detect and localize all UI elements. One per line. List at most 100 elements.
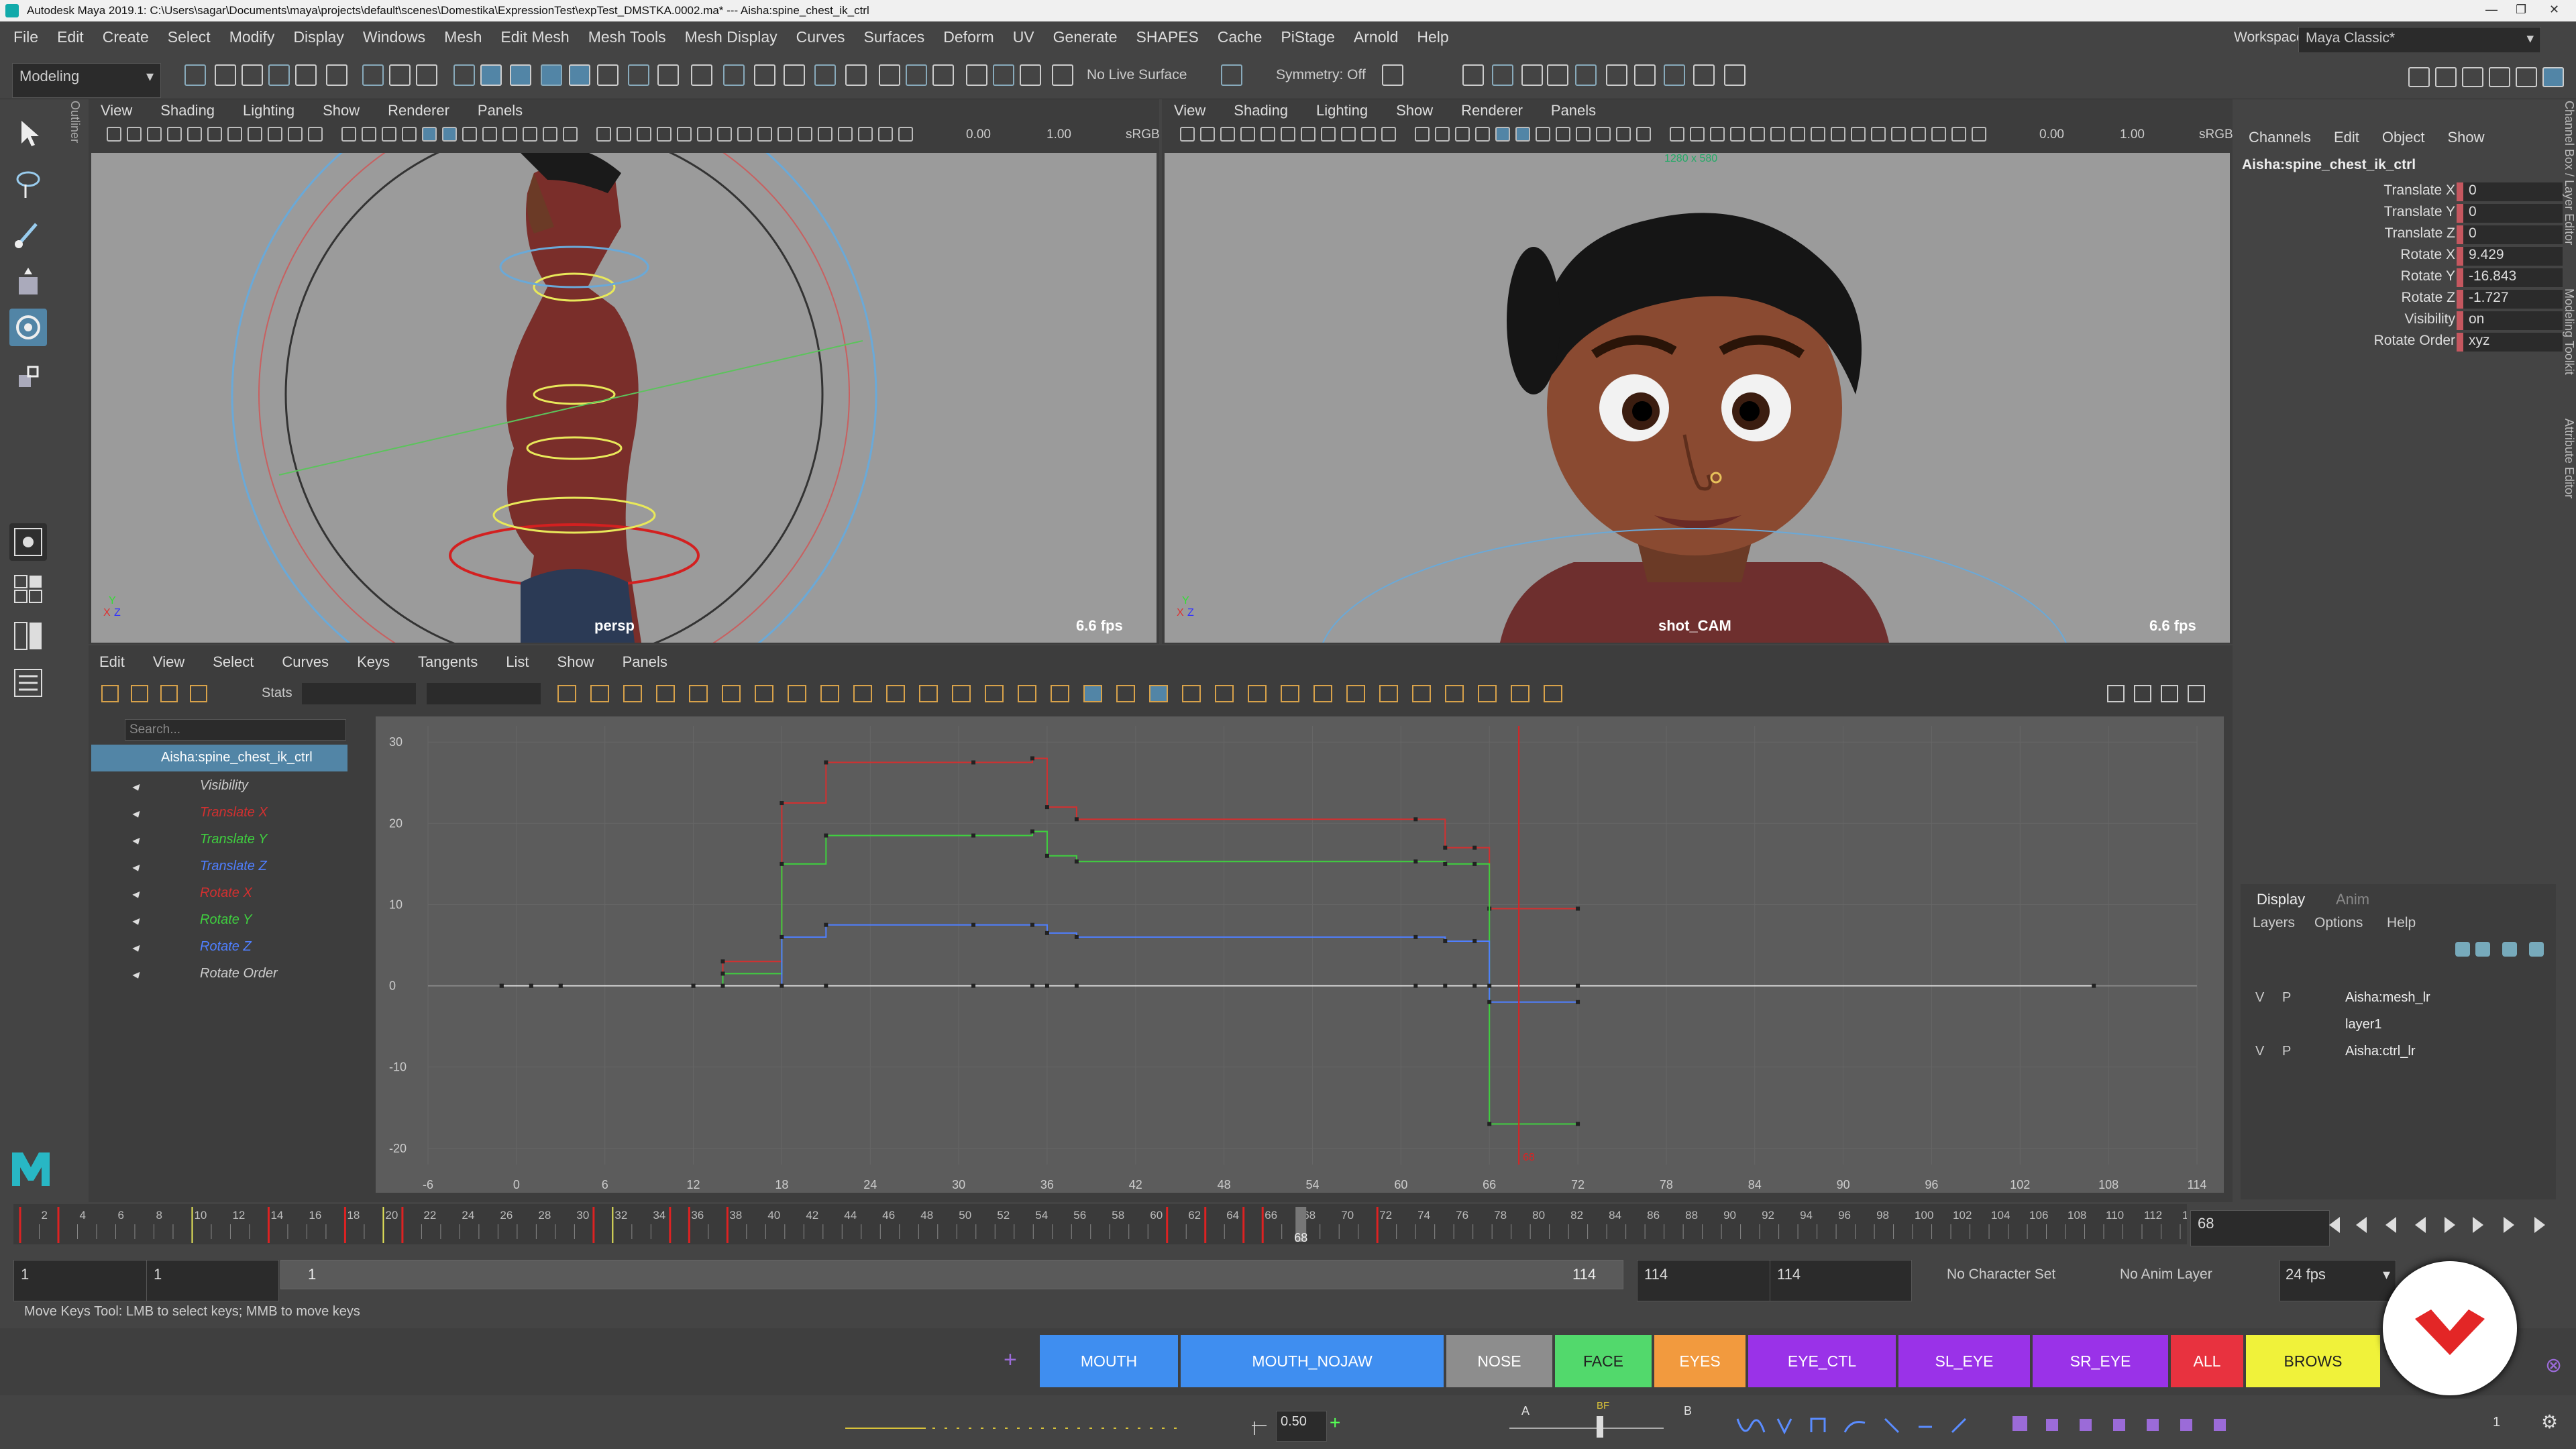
shotcam-viewport-canvas[interactable]: 1280 x 580 XZY shot_CAM 6.6 fps xyxy=(1165,153,2230,643)
shotcam-tool-10-icon[interactable] xyxy=(1361,127,1376,142)
status-tool-5-icon[interactable] xyxy=(295,64,317,86)
keyframe-point[interactable] xyxy=(1443,938,1448,943)
shotcam-tool-9-icon[interactable] xyxy=(1341,127,1356,142)
settings-gear-icon[interactable]: ⚙ xyxy=(2541,1411,2558,1433)
keyframe-point[interactable] xyxy=(1413,934,1418,939)
menu-mesh[interactable]: Mesh xyxy=(435,28,491,46)
persp-tool-6-icon[interactable] xyxy=(207,127,222,142)
graph-tool-18-icon[interactable] xyxy=(1116,685,1135,702)
status-tool-32-icon[interactable] xyxy=(1382,64,1403,86)
keyframe-point[interactable] xyxy=(2092,983,2096,988)
graph-attribute-row[interactable]: ◂ Rotate Order xyxy=(90,961,345,987)
persp-tool-29-icon[interactable] xyxy=(697,127,712,142)
menu-file[interactable]: File xyxy=(4,28,48,46)
menu-edit-mesh[interactable]: Edit Mesh xyxy=(491,28,578,46)
viewport-right-menu-shading[interactable]: Shading xyxy=(1234,102,1288,119)
keyframe-point[interactable] xyxy=(1443,845,1448,850)
weight-field[interactable]: 0.50 xyxy=(1276,1411,1327,1442)
layer-row[interactable]: V P Aisha:ctrl_lr xyxy=(2245,1040,2552,1064)
shelf-tab-brows[interactable]: BROWS xyxy=(2246,1335,2380,1387)
graph-tool-27-icon[interactable] xyxy=(1412,685,1431,702)
persp-tool-20-icon[interactable] xyxy=(502,127,517,142)
shotcam-tool-2-icon[interactable] xyxy=(1200,127,1215,142)
graph-tool-7-icon[interactable] xyxy=(755,685,773,702)
keyframe-point[interactable] xyxy=(780,801,784,806)
status-tool-19-icon[interactable] xyxy=(723,64,745,86)
playback-end-field[interactable]: 114 xyxy=(1637,1260,1783,1301)
shotcam-tool-23-icon[interactable] xyxy=(1636,127,1651,142)
channel-tab-show[interactable]: Show xyxy=(2447,129,2484,146)
graph-tool-3-icon[interactable] xyxy=(623,685,642,702)
graph-tool-2-icon[interactable] xyxy=(590,685,609,702)
shotcam-tool-24-icon[interactable] xyxy=(1670,127,1684,142)
minus-button[interactable]: — xyxy=(1252,1416,1267,1434)
shotcam-tool-8-icon[interactable] xyxy=(1321,127,1336,142)
curve-rotate-y[interactable] xyxy=(501,830,1578,1125)
minimize-button[interactable]: — xyxy=(2485,3,2498,17)
modeling-toolkit-side-tab[interactable]: Modeling Toolkit xyxy=(2563,288,2576,375)
keyframe-point[interactable] xyxy=(1576,1122,1580,1126)
channel-row-translate-x[interactable]: Translate X0 xyxy=(2241,182,2563,203)
menu-mesh-tools[interactable]: Mesh Tools xyxy=(579,28,676,46)
layer-row[interactable]: layer1 xyxy=(2245,1013,2552,1037)
persp-tool-4-icon[interactable] xyxy=(167,127,182,142)
persp-tool-5-icon[interactable] xyxy=(187,127,202,142)
status-tool-7-icon[interactable] xyxy=(362,64,384,86)
layer-action-3-icon[interactable] xyxy=(2502,942,2517,957)
channel-value-field[interactable]: xyz xyxy=(2457,333,2563,352)
status-tool-33-icon[interactable] xyxy=(1462,64,1484,86)
menu-modify[interactable]: Modify xyxy=(220,28,284,46)
persp-tool-27-icon[interactable] xyxy=(657,127,672,142)
persp-tool-24-icon[interactable] xyxy=(596,127,611,142)
keyframe-point[interactable] xyxy=(1074,934,1079,939)
graph-view-tool-1-icon[interactable] xyxy=(2107,685,2125,702)
layer-visibility-toggle[interactable]: V xyxy=(2255,1044,2264,1059)
graph-menu-select[interactable]: Select xyxy=(213,653,254,670)
viewport-right-menu-lighting[interactable]: Lighting xyxy=(1316,102,1368,119)
status-tool-37-icon[interactable] xyxy=(1575,64,1597,86)
panel-toggle-6-icon[interactable] xyxy=(2542,67,2564,87)
graph-attribute-row[interactable]: ◂ Rotate X xyxy=(90,880,345,907)
symmetry-dropdown[interactable]: Symmetry: Off xyxy=(1276,67,1366,83)
graph-menu-edit[interactable]: Edit xyxy=(99,653,125,670)
persp-tool-7-icon[interactable] xyxy=(227,127,242,142)
shelf-tab-sl-eye[interactable]: SL_EYE xyxy=(1898,1335,2030,1387)
channel-row-rotate-order[interactable]: Rotate Order xyz xyxy=(2241,333,2563,353)
persp-tool-11-icon[interactable] xyxy=(308,127,323,142)
persp-tool-16-icon[interactable] xyxy=(422,127,437,142)
graph-tool-4-icon[interactable] xyxy=(656,685,675,702)
keyframe-point[interactable] xyxy=(720,983,725,988)
graph-attribute-row[interactable]: ◂ Translate Y xyxy=(90,826,345,853)
live-surface-field[interactable]: No Live Surface xyxy=(1087,67,1187,83)
graph-menu-list[interactable]: List xyxy=(506,653,529,670)
status-tool-25-icon[interactable] xyxy=(906,64,927,86)
scene-start-field[interactable]: 1 xyxy=(13,1260,149,1301)
channel-row-translate-y[interactable]: Translate Y0 xyxy=(2241,204,2563,224)
persp-tool-37-icon[interactable] xyxy=(858,127,873,142)
keyframe-point[interactable] xyxy=(824,983,828,988)
channel-value-field[interactable]: 0 xyxy=(2457,204,2563,223)
graph-tool-20-icon[interactable] xyxy=(1182,685,1201,702)
graph-key-tool-2-icon[interactable] xyxy=(131,685,148,702)
status-tool-20-icon[interactable] xyxy=(754,64,775,86)
menu-deform[interactable]: Deform xyxy=(934,28,1003,46)
stats-field-1[interactable] xyxy=(302,683,416,704)
keyframe-point[interactable] xyxy=(1044,983,1049,988)
persp-tool-18-icon[interactable] xyxy=(462,127,477,142)
graph-tool-28-icon[interactable] xyxy=(1445,685,1464,702)
keyframe-point[interactable] xyxy=(1472,983,1477,988)
move-tool-icon[interactable] xyxy=(9,265,47,303)
shotcam-tool-35-icon[interactable] xyxy=(1891,127,1906,142)
persp-tool-31-icon[interactable] xyxy=(737,127,752,142)
keyframe-point[interactable] xyxy=(1074,983,1079,988)
shelf-tab-mouth[interactable]: MOUTH xyxy=(1040,1335,1178,1387)
menu-create[interactable]: Create xyxy=(93,28,158,46)
menu-select[interactable]: Select xyxy=(158,28,220,46)
menu-help[interactable]: Help xyxy=(1407,28,1458,46)
shotcam-tool-3-icon[interactable] xyxy=(1220,127,1235,142)
shotcam-tool-34-icon[interactable] xyxy=(1871,127,1886,142)
graph-tool-21-icon[interactable] xyxy=(1215,685,1234,702)
layer-action-4-icon[interactable] xyxy=(2529,942,2544,957)
status-tool-2-icon[interactable] xyxy=(215,64,236,86)
status-tool-12-icon[interactable] xyxy=(510,64,531,86)
